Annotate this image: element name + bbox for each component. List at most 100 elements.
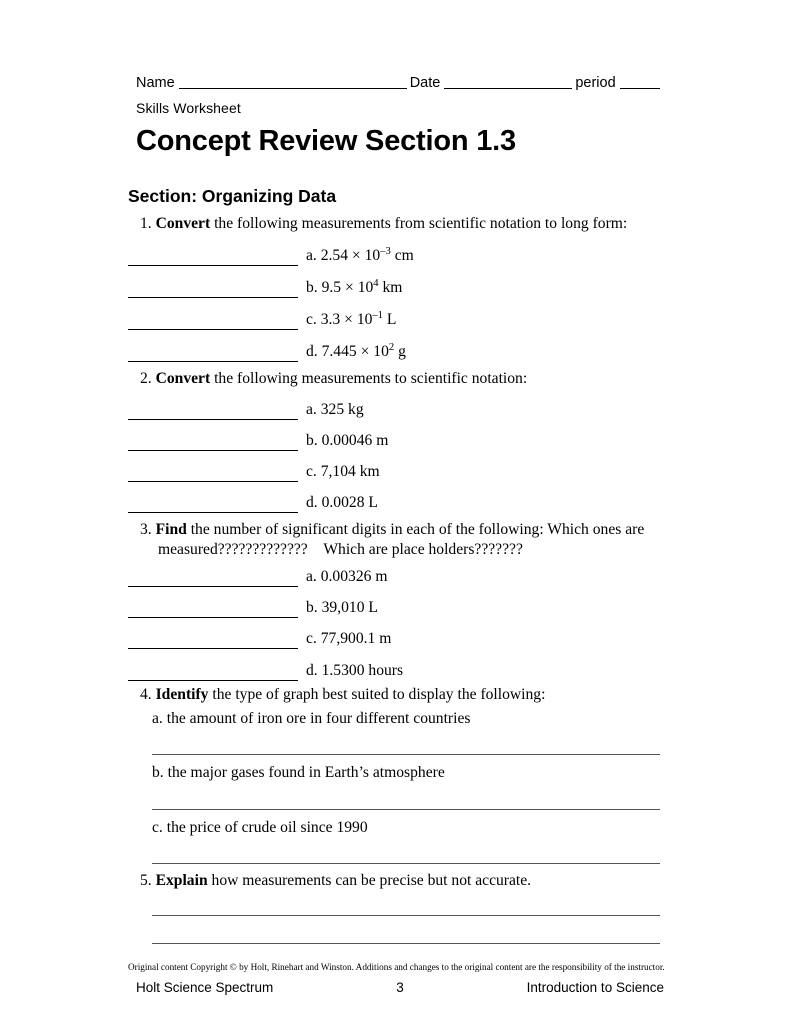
question-4-action: Identify	[155, 686, 209, 703]
question-3-action: Find	[155, 521, 187, 538]
answer-blank[interactable]	[128, 634, 298, 649]
item-label: b.	[306, 279, 318, 296]
answer-blank[interactable]	[128, 347, 298, 362]
question-3-item-b: b. 39,010 L	[128, 598, 688, 618]
answer-blank[interactable]	[128, 603, 298, 618]
page-footer: Holt Science Spectrum 3 Introduction to …	[136, 980, 664, 995]
item-value: 0.00046 m	[321, 432, 389, 449]
question-4-text: the type of graph best suited to display…	[208, 686, 546, 703]
period-blank-field[interactable]	[619, 75, 660, 89]
answer-line[interactable]	[152, 915, 660, 916]
item-label: d.	[306, 343, 318, 360]
item-unit: L	[386, 311, 397, 328]
item-label: a.	[306, 247, 317, 264]
item-label: a.	[306, 401, 317, 418]
answer-blank[interactable]	[128, 467, 298, 482]
question-2-text: the following measurements to scientific…	[210, 370, 528, 387]
answer-line[interactable]	[152, 863, 660, 864]
item-label: c.	[152, 819, 163, 836]
question-4-number: 4.	[140, 686, 152, 703]
answer-blank[interactable]	[128, 315, 298, 330]
date-blank-field[interactable]	[444, 75, 573, 89]
footer-book-title: Holt Science Spectrum	[136, 980, 274, 995]
question-3-item-a: a. 0.00326 m	[128, 567, 688, 587]
question-2-item-c: c. 7,104 km	[128, 462, 688, 482]
item-value: 0.0028 L	[321, 494, 378, 511]
question-1-text: the following measurements from scientif…	[210, 215, 628, 232]
answer-blank[interactable]	[128, 251, 298, 266]
period-label: period	[575, 74, 616, 91]
item-label: a.	[306, 568, 317, 585]
item-label: b.	[152, 764, 164, 781]
question-1-item-c: c. 3.3 × 10–1 L	[128, 310, 688, 330]
name-blank-field[interactable]	[178, 75, 407, 89]
question-3-number: 3.	[140, 521, 152, 538]
item-mantissa: 2.54 × 10	[320, 247, 381, 264]
item-label: d.	[306, 662, 318, 679]
item-label: c.	[306, 630, 317, 647]
item-exponent: –1	[372, 309, 384, 321]
question-3-stem: 3. Find the number of significant digits…	[140, 520, 680, 559]
answer-line[interactable]	[152, 809, 660, 810]
question-3-item-d: d. 1.5300 hours	[128, 661, 688, 681]
item-mantissa: 9.5 × 10	[321, 279, 374, 296]
item-value: the price of crude oil since 1990	[166, 819, 368, 836]
item-label: a.	[152, 710, 163, 727]
question-5-text: how measurements can be precise but not …	[207, 872, 532, 889]
item-unit: cm	[394, 247, 414, 264]
item-value: 325 kg	[320, 401, 364, 418]
item-label: c.	[306, 463, 317, 480]
question-5-action: Explain	[155, 872, 208, 889]
item-exponent: 4	[373, 277, 379, 289]
identification-row: Name Date period	[136, 70, 664, 90]
answer-blank[interactable]	[128, 436, 298, 451]
question-5-number: 5.	[140, 872, 152, 889]
copyright-notice: Original content Copyright © by Holt, Ri…	[128, 962, 665, 972]
item-value: 1.5300 hours	[321, 662, 404, 679]
answer-line[interactable]	[152, 754, 660, 755]
answer-blank[interactable]	[128, 666, 298, 681]
item-label: c.	[306, 311, 317, 328]
question-5-stem: 5. Explain how measurements can be preci…	[140, 871, 531, 890]
question-1-number: 1.	[140, 215, 152, 232]
item-value: the amount of iron ore in four different…	[166, 710, 471, 727]
item-label: b.	[306, 432, 318, 449]
section-heading: Section: Organizing Data	[128, 186, 337, 206]
question-3-item-c: c. 77,900.1 m	[128, 629, 688, 649]
question-1-stem: 1. Convert the following measurements fr…	[140, 214, 627, 233]
item-unit: km	[382, 279, 403, 296]
item-unit: g	[398, 343, 406, 360]
question-2-stem: 2. Convert the following measurements to…	[140, 369, 527, 388]
item-value: 77,900.1 m	[320, 630, 392, 647]
item-mantissa: 3.3 × 10	[320, 311, 373, 328]
question-4-stem: 4. Identify the type of graph best suite…	[140, 685, 545, 704]
question-2-action: Convert	[155, 370, 211, 387]
question-2-item-a: a. 325 kg	[128, 400, 688, 420]
item-exponent: –3	[380, 245, 391, 257]
question-4-item-a: a. the amount of iron ore in four differ…	[152, 709, 470, 728]
question-2-number: 2.	[140, 370, 152, 387]
answer-blank[interactable]	[128, 572, 298, 587]
answer-blank[interactable]	[128, 405, 298, 420]
question-3-text: the number of significant digits in each…	[186, 521, 645, 538]
question-1-item-d: d. 7.445 × 102 g	[128, 342, 688, 362]
question-4-item-c: c. the price of crude oil since 1990	[152, 818, 368, 837]
item-label: d.	[306, 494, 318, 511]
question-1-item-b: b. 9.5 × 104 km	[128, 278, 688, 298]
item-exponent: 2	[388, 341, 395, 353]
item-value: 39,010 L	[321, 599, 378, 616]
item-value: 7,104 km	[320, 463, 380, 480]
question-2-item-d: d. 0.0028 L	[128, 493, 688, 513]
question-1-item-a: a. 2.54 × 10–3 cm	[128, 246, 688, 266]
item-label: b.	[306, 599, 318, 616]
answer-blank[interactable]	[128, 498, 298, 513]
answer-blank[interactable]	[128, 283, 298, 298]
question-1-action: Convert	[155, 215, 211, 232]
item-value: 0.00326 m	[320, 568, 388, 585]
worksheet-page: Name Date period Skills Worksheet Concep…	[0, 0, 791, 1024]
footer-chapter-title: Introduction to Science	[526, 980, 664, 995]
skills-worksheet-label: Skills Worksheet	[136, 100, 241, 116]
answer-line[interactable]	[152, 943, 660, 944]
item-value: the major gases found in Earth’s atmosph…	[167, 764, 445, 781]
date-label: Date	[409, 74, 441, 91]
